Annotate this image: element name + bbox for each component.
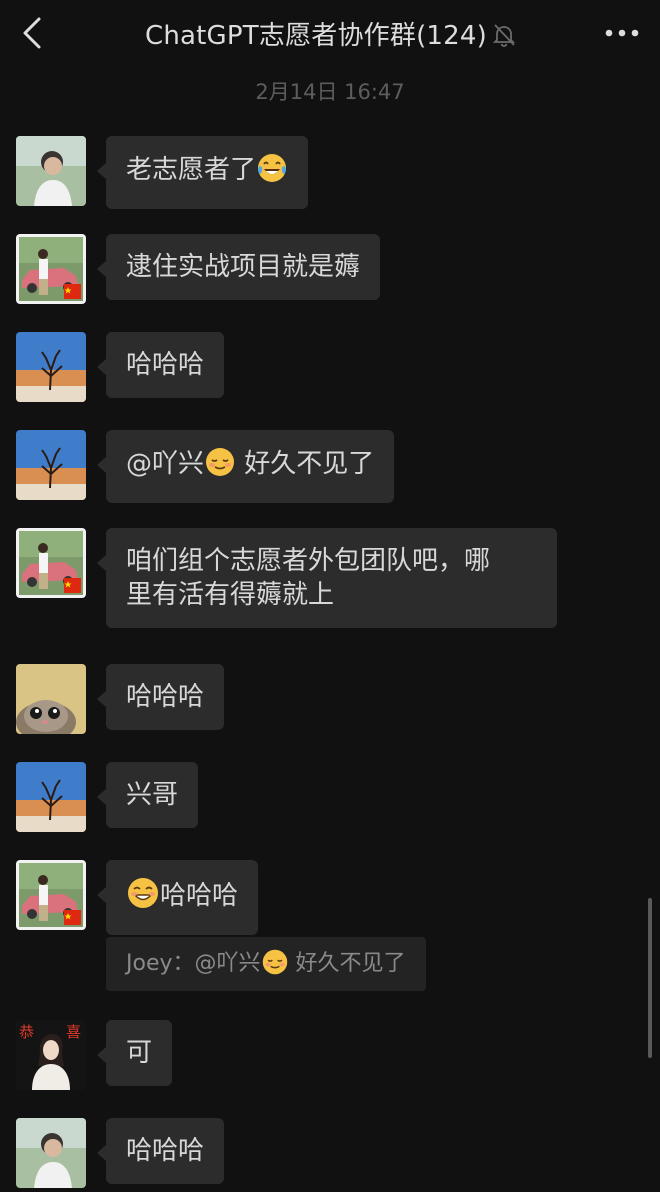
message-row: @吖兴 好久不见了 <box>16 430 395 503</box>
scrollbar[interactable] <box>648 898 652 1058</box>
grin-emoji <box>126 876 160 919</box>
quote-separator: ： <box>172 951 195 976</box>
avatar-desert-tree[interactable] <box>16 430 86 500</box>
message-row: 老志愿者了 <box>16 136 309 209</box>
chat-header: ChatGPT志愿者协作群(124) <box>0 0 660 66</box>
chat-title-wrap: ChatGPT志愿者协作群(124) <box>0 15 660 54</box>
svg-text:恭: 恭 <box>19 1023 34 1041</box>
more-options-button[interactable] <box>602 18 642 48</box>
message-bubble[interactable]: 可 <box>96 1020 173 1086</box>
relieved-emoji <box>261 943 289 997</box>
message-row: 哈哈哈 <box>16 664 225 734</box>
message-text: 哈哈哈 <box>126 350 205 380</box>
message-bubble[interactable]: @吖兴 好久不见了 <box>96 430 395 503</box>
message-row: 兴哥 <box>16 762 199 832</box>
message-text: 咱们组个志愿者外包团队吧，哪 里有活有得薅就上 <box>126 546 491 610</box>
message-text: 可 <box>126 1038 153 1068</box>
chat-screen: ChatGPT志愿者协作群(124) 2月14日 16:47 老志愿者了 逮住实… <box>0 0 660 1192</box>
message-text: 哈哈哈 <box>160 881 239 911</box>
message-row: 逮住实战项目就是薅 <box>16 234 381 304</box>
avatar-cat[interactable] <box>16 664 86 734</box>
message-timestamp: 2月14日 16:47 <box>255 80 405 104</box>
quote-mention: @吖兴 <box>194 951 261 976</box>
avatar-woman-gongxi[interactable]: 恭 喜 <box>16 1020 86 1090</box>
avatar-desert-tree[interactable] <box>16 762 86 832</box>
message-text: 好久不见了 <box>236 449 375 479</box>
message-row: 咱们组个志愿者外包团队吧，哪 里有活有得薅就上 <box>16 528 557 628</box>
message-text: 兴哥 <box>126 780 179 810</box>
avatar-young-man[interactable] <box>16 1118 86 1188</box>
quote-text: 好久不见了 <box>288 951 406 976</box>
message-bubble[interactable]: 哈哈哈 <box>96 1118 225 1184</box>
avatar-desert-tree[interactable] <box>16 332 86 402</box>
bell-off-icon <box>492 23 516 54</box>
message-text: 逮住实战项目就是薅 <box>126 252 361 282</box>
message-bubble[interactable]: 兴哥 <box>96 762 199 828</box>
avatar-man-car-flag[interactable] <box>16 528 86 598</box>
message-row: 恭 喜 可 <box>16 1020 173 1090</box>
message-text: 哈哈哈 <box>126 682 205 712</box>
message-bubble[interactable]: 哈哈哈 <box>96 860 259 935</box>
tears-of-joy-emoji <box>256 152 288 193</box>
message-row: 哈哈哈 <box>16 860 259 935</box>
message-bubble[interactable]: 咱们组个志愿者外包团队吧，哪 里有活有得薅就上 <box>97 528 557 628</box>
message-row: 哈哈哈 <box>16 332 225 402</box>
avatar-man-car-flag[interactable] <box>16 860 86 930</box>
avatar-young-man[interactable] <box>16 136 86 206</box>
more-horizontal-icon <box>605 29 639 37</box>
mention-text: @吖兴 <box>126 449 205 479</box>
quote-author: Joey <box>126 951 173 976</box>
message-text: 老志愿者了 <box>126 155 257 185</box>
message-row: 哈哈哈 <box>16 1118 225 1188</box>
message-bubble[interactable]: 逮住实战项目就是薅 <box>96 234 381 300</box>
message-bubble[interactable]: 哈哈哈 <box>96 664 225 730</box>
svg-text:喜: 喜 <box>66 1023 81 1041</box>
relieved-emoji <box>204 446 236 487</box>
avatar-man-car-flag[interactable] <box>16 234 86 304</box>
message-bubble[interactable]: 哈哈哈 <box>96 332 225 398</box>
chat-title[interactable]: ChatGPT志愿者协作群(124) <box>145 21 487 51</box>
quoted-reply[interactable]: Joey：@吖兴 好久不见了 <box>106 937 426 991</box>
message-text: 哈哈哈 <box>126 1136 205 1166</box>
message-bubble[interactable]: 老志愿者了 <box>96 136 309 209</box>
